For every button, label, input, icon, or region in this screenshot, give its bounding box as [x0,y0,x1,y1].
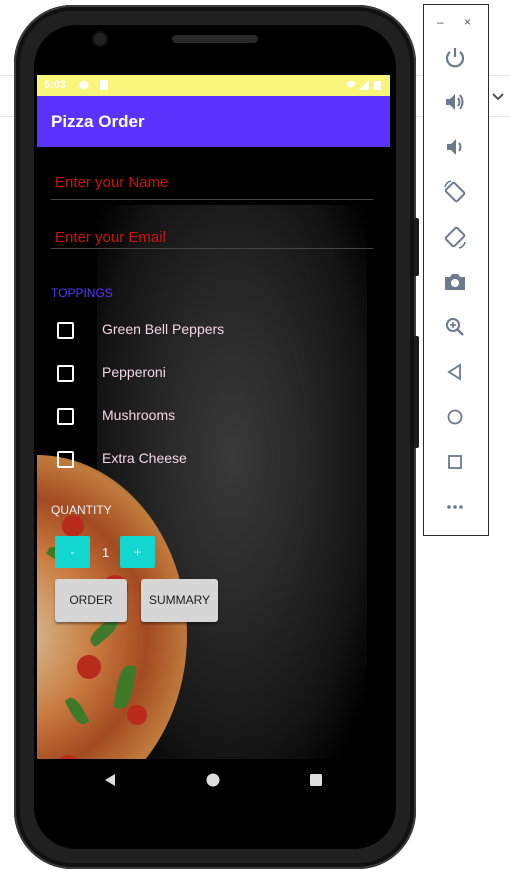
topping-pepperoni[interactable]: Pepperoni [57,362,357,386]
checkbox[interactable] [57,365,74,382]
camera-icon[interactable] [442,269,468,295]
navigation-bar [37,759,390,805]
checkbox[interactable] [57,322,74,339]
app-bar: Pizza Order [37,96,390,147]
increment-button[interactable]: + [120,536,155,568]
power-icon[interactable] [442,44,468,70]
chevron-down-icon[interactable] [489,88,507,106]
signal-icon [359,80,369,90]
app-screen: 5:03 Pizza Order Enter your Name Enter y… [37,75,390,759]
status-time: 5:03 [44,79,67,91]
quantity-header: QUANTITY [51,503,112,517]
nav-back-icon[interactable] [103,773,117,787]
front-camera [94,33,106,45]
topping-mushrooms[interactable]: Mushrooms [57,405,357,429]
minimize-button[interactable]: – [437,15,444,29]
toppings-header: TOPPINGS [51,286,113,300]
email-input-underline [51,248,373,249]
email-input[interactable]: Enter your Email [55,229,166,246]
topping-label: Pepperoni [102,364,166,380]
phone-power-button [414,218,419,276]
wifi-icon [346,81,356,89]
checkbox[interactable] [57,451,74,468]
sim-status-icon [100,80,108,90]
order-button[interactable]: ORDER [55,579,127,622]
app-title: Pizza Order [51,112,145,131]
checkbox[interactable] [57,408,74,425]
status-bar: 5:03 [37,75,390,96]
close-button[interactable]: × [464,15,471,29]
volume-up-icon[interactable] [442,89,468,115]
topping-label: Extra Cheese [102,450,187,466]
rotate-left-icon[interactable] [442,179,468,205]
battery-icon [374,81,381,90]
rotate-right-icon[interactable] [442,224,468,250]
emulator-controls-panel: – × [423,4,489,536]
settings-status-icon [79,80,89,90]
more-icon[interactable] [442,494,468,520]
topping-label: Green Bell Peppers [102,321,225,337]
name-input[interactable]: Enter your Name [55,174,168,191]
topping-green-bell-peppers[interactable]: Green Bell Peppers [57,319,357,343]
overview-icon[interactable] [442,449,468,475]
nav-overview-icon[interactable] [309,773,323,787]
name-input-underline [51,199,373,200]
home-icon[interactable] [442,404,468,430]
nav-home-icon[interactable] [206,773,220,787]
decrement-button[interactable]: - [55,536,90,568]
quantity-value: 1 [102,545,110,560]
volume-down-icon[interactable] [442,134,468,160]
back-icon[interactable] [442,359,468,385]
earpiece-speaker [172,35,258,43]
phone-volume-button [414,336,419,448]
topping-extra-cheese[interactable]: Extra Cheese [57,448,357,472]
summary-button[interactable]: SUMMARY [141,579,218,622]
topping-label: Mushrooms [102,407,176,423]
zoom-icon[interactable] [442,314,468,340]
